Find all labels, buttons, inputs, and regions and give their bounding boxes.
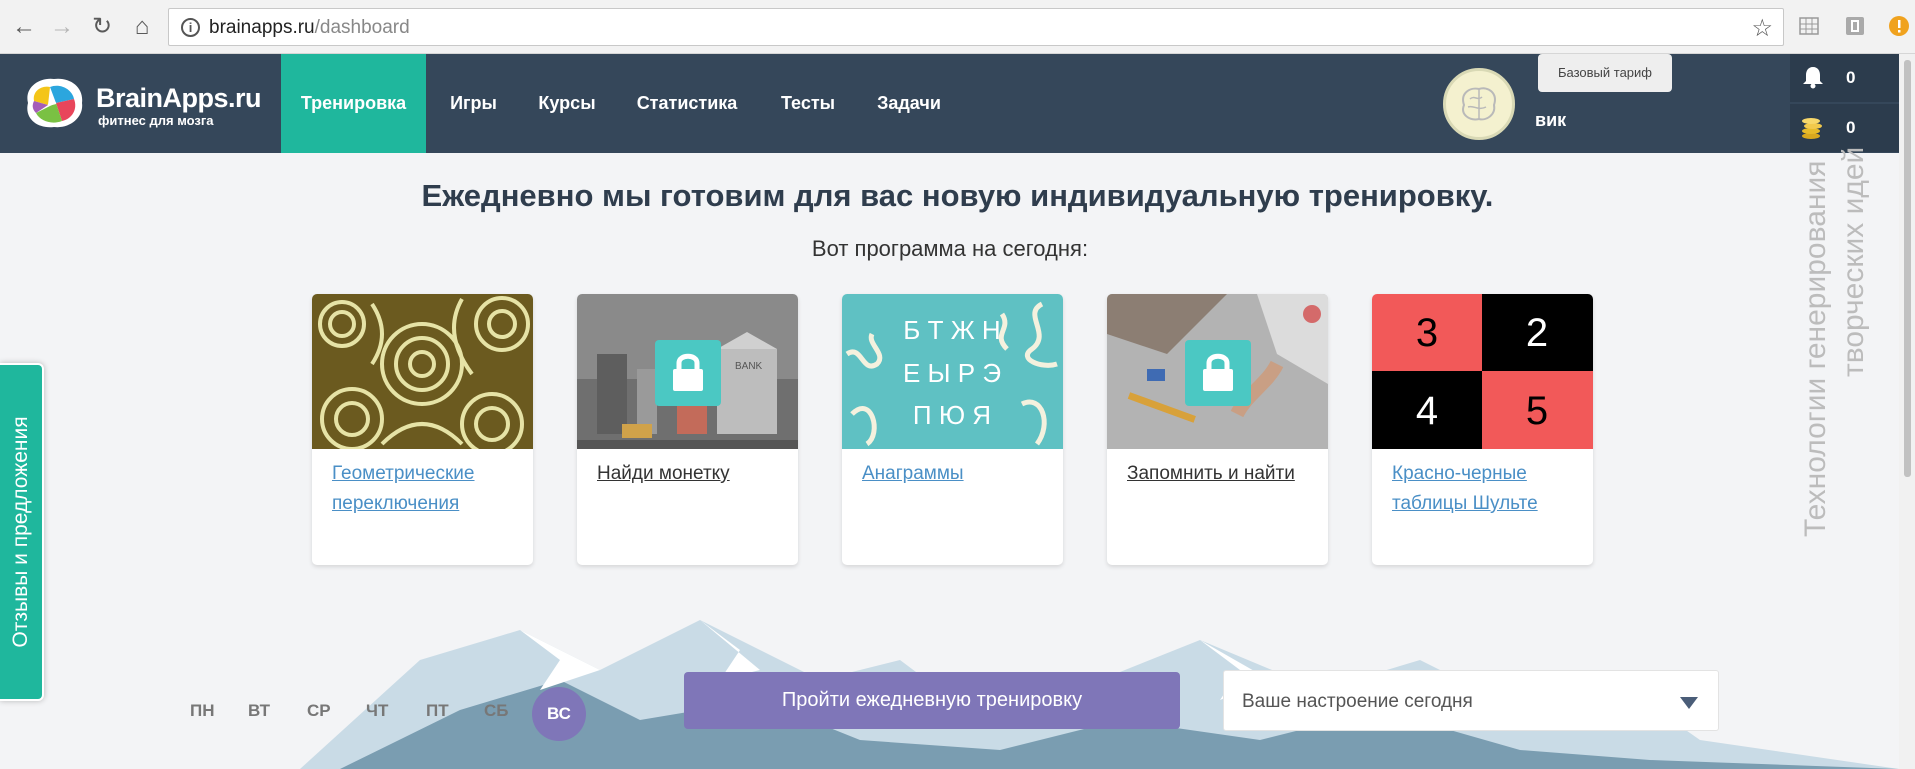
- day-thursday[interactable]: ЧТ: [366, 701, 388, 721]
- exercise-link[interactable]: Геометрические переключения: [332, 459, 522, 519]
- start-daily-training-button[interactable]: Пройти ежедневную тренировку: [684, 672, 1180, 729]
- feedback-label: Отзывы и предложения: [9, 416, 32, 648]
- back-arrow-icon[interactable]: ←: [10, 13, 38, 41]
- nav-item-tests[interactable]: Тесты: [768, 54, 848, 153]
- day-wednesday[interactable]: СР: [307, 701, 331, 721]
- extension-grid-icon[interactable]: [1798, 15, 1820, 37]
- schulte-table-image: 3 2 4 5: [1372, 294, 1593, 449]
- brain-outline-icon: [1462, 87, 1496, 121]
- swirl-pattern-image: [312, 294, 533, 449]
- notifications-widget[interactable]: 0: [1790, 54, 1908, 102]
- watermark-line-1: Технологии генерирования: [1799, 160, 1832, 537]
- watermark: Технологии генерирования творческих идей: [1799, 132, 1879, 542]
- svg-text:BANK: BANK: [735, 361, 763, 372]
- exercise-card[interactable]: Б Т Ж Н Е Ы Р Э П Ю Я Анаграммы: [842, 294, 1063, 565]
- exercise-link[interactable]: Анаграммы: [862, 459, 1052, 489]
- nav-item-statistics[interactable]: Статистика: [625, 54, 749, 153]
- watermark-line-2: творческих идей: [1837, 146, 1870, 377]
- notifications-count: 0: [1846, 68, 1856, 87]
- exercise-card[interactable]: Запомнить и найти: [1107, 294, 1328, 565]
- exercise-card[interactable]: 3 2 4 5 Красно-черные таблицы Шульте: [1372, 294, 1593, 565]
- svg-text:3: 3: [1416, 311, 1438, 355]
- page-title: Ежедневно мы готовим для вас новую индив…: [421, 178, 1494, 213]
- day-tuesday[interactable]: ВТ: [248, 701, 270, 721]
- logo-title[interactable]: BrainApps.ru: [96, 83, 262, 114]
- mood-select[interactable]: Ваше настроение сегодня: [1223, 670, 1719, 731]
- mood-select-value: Ваше настроение сегодня: [1242, 691, 1473, 712]
- chevron-down-icon: [1680, 697, 1698, 709]
- home-icon[interactable]: ⌂: [128, 13, 156, 41]
- tariff-badge[interactable]: Базовый тариф: [1538, 54, 1672, 92]
- svg-text:П Ю Я: П Ю Я: [913, 400, 991, 430]
- nav-item-training[interactable]: Тренировка: [281, 54, 426, 153]
- logo-subtitle: фитнес для мозга: [98, 113, 214, 128]
- day-sunday-active[interactable]: ВС: [532, 687, 586, 741]
- address-bar[interactable]: i brainapps.ru/dashboard ☆: [168, 8, 1784, 46]
- svg-text:Б Т Ж Н: Б Т Ж Н: [903, 315, 1000, 345]
- svg-text:5: 5: [1526, 389, 1548, 433]
- scrollbar-thumb[interactable]: [1904, 60, 1911, 477]
- bell-icon: [1803, 67, 1823, 89]
- url-text: brainapps.ru/dashboard: [209, 17, 410, 38]
- anagram-image: Б Т Ж Н Е Ы Р Э П Ю Я: [842, 294, 1063, 449]
- lock-icon: [655, 340, 721, 406]
- nav-item-tasks[interactable]: Задачи: [866, 54, 952, 153]
- exercise-card[interactable]: BANK Найди монетку: [577, 294, 798, 565]
- svg-text:2: 2: [1526, 311, 1548, 355]
- day-friday[interactable]: ПТ: [426, 701, 449, 721]
- page-subtitle: Вот программа на сегодня:: [811, 236, 1089, 261]
- svg-text:4: 4: [1416, 389, 1438, 433]
- site-header: BrainApps.ru фитнес для мозга Тренировка…: [0, 54, 1915, 153]
- avatar[interactable]: [1443, 68, 1515, 140]
- extension-alert-icon[interactable]: [1888, 15, 1910, 37]
- exercise-link[interactable]: Найди монетку: [597, 459, 787, 489]
- username[interactable]: вик: [1535, 110, 1566, 131]
- lock-icon: [1185, 340, 1251, 406]
- nav-item-games[interactable]: Игры: [436, 54, 511, 153]
- bookmark-star-icon[interactable]: ☆: [1751, 14, 1773, 43]
- day-saturday[interactable]: СБ: [484, 701, 509, 721]
- exercise-link[interactable]: Запомнить и найти: [1127, 459, 1317, 489]
- day-monday[interactable]: ПН: [190, 701, 215, 721]
- reload-icon[interactable]: ↻: [88, 13, 116, 41]
- brain-logo-icon[interactable]: [18, 73, 90, 135]
- svg-text:Е Ы Р Э: Е Ы Р Э: [903, 358, 1001, 388]
- nav-item-courses[interactable]: Курсы: [528, 54, 606, 153]
- exercise-link[interactable]: Красно-черные таблицы Шульте: [1392, 459, 1582, 519]
- feedback-tab[interactable]: Отзывы и предложения: [0, 363, 44, 701]
- scrollbar[interactable]: [1899, 54, 1915, 769]
- info-icon[interactable]: i: [181, 18, 200, 37]
- browser-toolbar: ← → ↻ ⌂ i brainapps.ru/dashboard ☆: [0, 0, 1915, 54]
- extension-letter-icon[interactable]: [1844, 15, 1866, 37]
- forward-arrow-icon[interactable]: →: [48, 13, 76, 41]
- exercise-card[interactable]: Геометрические переключения: [312, 294, 533, 565]
